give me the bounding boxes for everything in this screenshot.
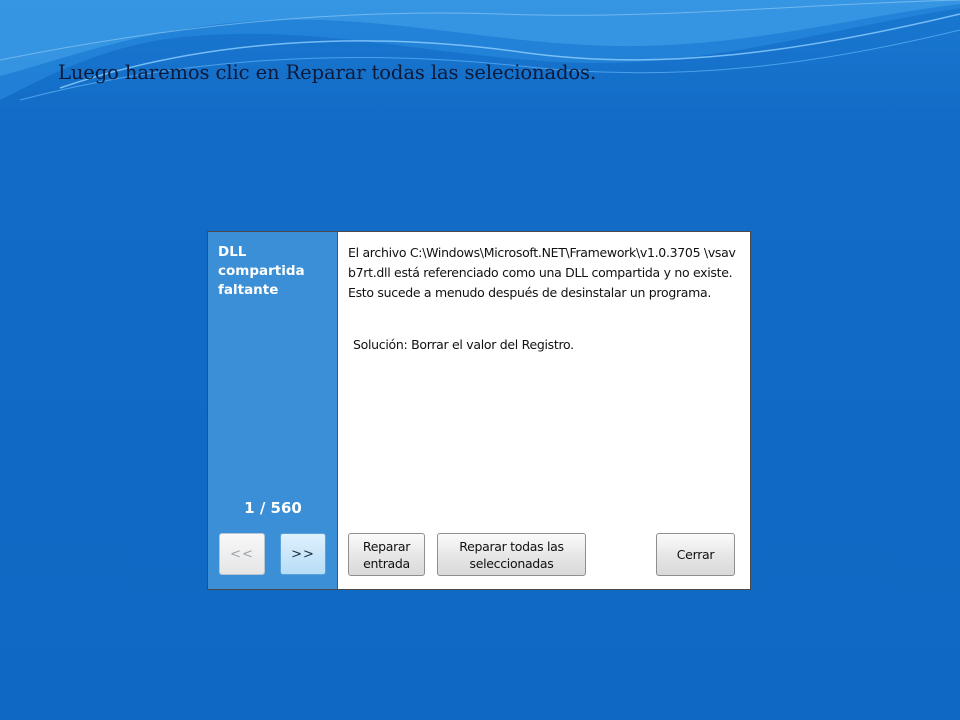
repair-entry-label: Reparar entrada (362, 538, 411, 571)
issue-counter: 1 / 560 (244, 499, 302, 517)
repair-all-selected-button[interactable]: Reparar todas las seleccionadas (437, 533, 586, 576)
close-button[interactable]: Cerrar (656, 533, 735, 576)
close-label: Cerrar (676, 547, 715, 562)
solution-text: Solución: Borrar el valor del Registro. (353, 337, 574, 352)
repair-entry-button[interactable]: Reparar entrada (348, 533, 425, 576)
next-button[interactable]: >> (280, 533, 326, 575)
issue-type-title: DLL compartida faltante (218, 244, 305, 298)
issue-description: El archivo C:\Windows\Microsoft.NET\Fram… (348, 245, 736, 300)
details-panel: El archivo C:\Windows\Microsoft.NET\Fram… (338, 232, 750, 589)
side-panel: DLL compartida faltante 1 / 560 << >> (208, 232, 338, 589)
slide-caption: Luego haremos clic en Reparar todas las … (58, 61, 597, 84)
repair-dialog: DLL compartida faltante 1 / 560 << >> El… (207, 231, 751, 590)
repair-all-label: Reparar todas las seleccionadas (459, 538, 564, 571)
previous-button[interactable]: << (219, 533, 265, 575)
